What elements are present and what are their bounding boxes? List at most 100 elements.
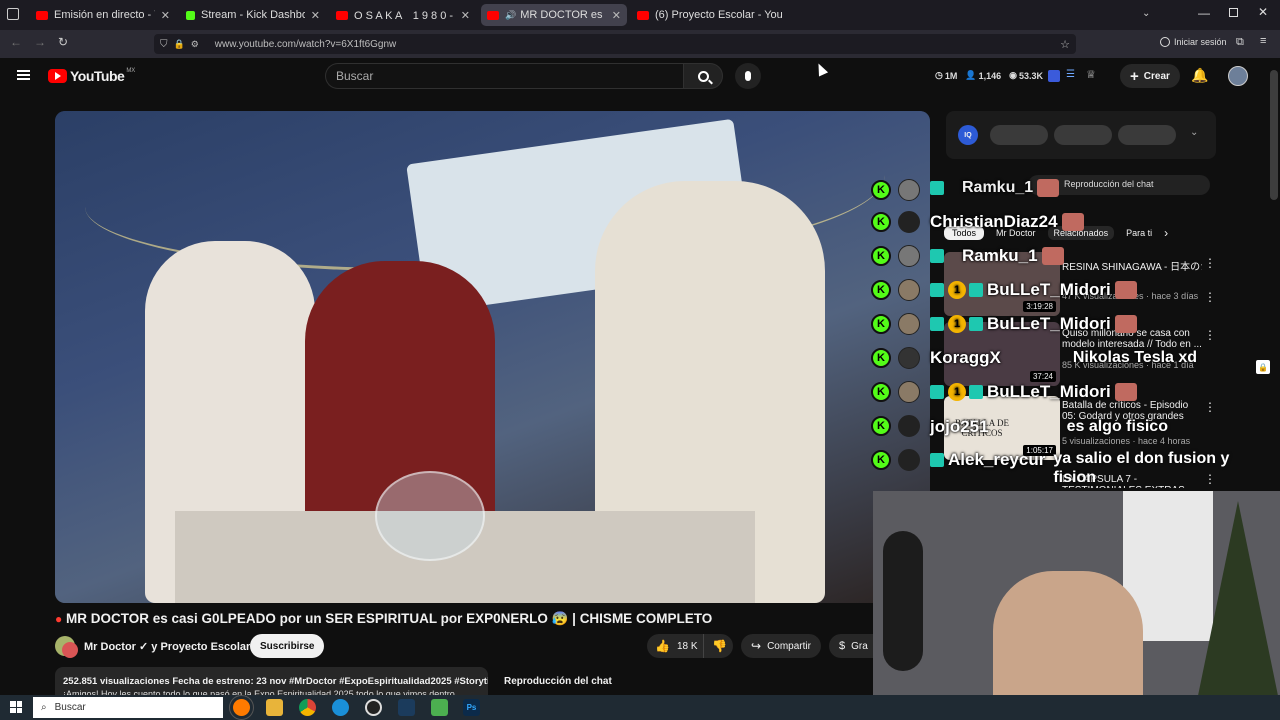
stat-c: 53.3K — [1018, 70, 1044, 81]
shield-icon[interactable]: ⛉ — [160, 39, 168, 50]
game-icon[interactable] — [431, 699, 448, 716]
sub-badge-icon — [930, 453, 944, 467]
thanks-button[interactable]: $ Gra — [829, 634, 873, 658]
back-icon[interactable]: ← — [10, 35, 22, 49]
more-vert-icon[interactable]: ⋮ — [1204, 400, 1216, 414]
kick-favicon-icon — [186, 10, 195, 20]
window-close-icon[interactable]: ✕ — [1258, 5, 1268, 19]
chip-para-ti[interactable]: Para ti — [1126, 228, 1152, 238]
sub-badge-icon — [930, 317, 944, 331]
voice-search-button[interactable] — [735, 63, 761, 89]
chat-message: Ramku_1 — [930, 244, 1064, 268]
notifications-bell-icon[interactable]: 🔔 — [1191, 67, 1208, 84]
chevron-right-icon[interactable]: › — [1164, 226, 1168, 240]
tab-youtube-studio[interactable]: Emisión en directo - YouTube Studio ✕ — [30, 4, 176, 26]
rec-duration: 3:19:28 — [1023, 301, 1056, 312]
like-button[interactable]: 👍 18 K — [647, 634, 703, 658]
more-vert-icon[interactable]: ⋮ — [1204, 328, 1216, 342]
address-bar[interactable]: ⛉ 🔒 ⚙ www.youtube.com/watch?v=6X1ft6Ggnw… — [154, 34, 1076, 54]
forward-icon[interactable]: → — [34, 35, 46, 49]
share-button[interactable]: ↪ Compartir — [741, 634, 821, 658]
permissions-icon[interactable]: ⚙ — [191, 39, 199, 50]
emote-icon — [1061, 213, 1084, 231]
account-icon — [1160, 37, 1170, 47]
explorer-icon[interactable] — [266, 699, 283, 716]
channel-avatar-2[interactable] — [62, 642, 78, 658]
taskbar-search-label: Buscar — [54, 702, 86, 713]
dislike-button[interactable]: 👎 — [703, 634, 733, 658]
reward-icon[interactable]: ♕ — [1086, 68, 1096, 81]
sub-badge-icon — [969, 385, 983, 399]
tab-osaka-1980[interactable]: O S A K A 1 9 8 0 - 日本のシティ ✕ — [330, 4, 476, 26]
profile-avatar[interactable] — [1228, 66, 1248, 86]
close-icon[interactable]: ✕ — [155, 9, 170, 22]
description-text: 252.851 visualizaciones Fecha de estreno… — [63, 676, 488, 687]
youtube-logo[interactable]: YouTube MX — [48, 68, 135, 84]
chrome-icon[interactable] — [299, 699, 316, 716]
chat-extension-icon[interactable]: ☰ — [1066, 69, 1075, 80]
close-icon[interactable]: ✕ — [305, 9, 320, 22]
obs-icon[interactable] — [365, 699, 382, 716]
tab-list-icon[interactable] — [7, 8, 19, 20]
chat-username: BuLLeT_Midori — [987, 382, 1111, 401]
sub-badge-icon — [930, 283, 944, 297]
blurred-chip — [1118, 125, 1176, 145]
close-icon[interactable]: ✕ — [606, 9, 621, 22]
speaker-icon[interactable]: 🔊 — [505, 10, 516, 21]
kick-badge-icon: K — [871, 314, 891, 334]
chat-text: es algo fisico — [1066, 418, 1168, 435]
tab-mr-doctor[interactable]: 🔊 MR DOCTOR es casi G0L ✕ — [481, 4, 627, 26]
region-code: MX — [126, 68, 136, 74]
windows-start-icon[interactable] — [10, 701, 22, 713]
channel-name[interactable]: Mr Doctor ✓ y Proyecto Escolar — [84, 640, 250, 653]
extension-blue-icon[interactable] — [1048, 70, 1060, 82]
video-player[interactable] — [55, 111, 930, 603]
more-vert-icon[interactable]: ⋮ — [1204, 290, 1216, 304]
bookmark-star-icon[interactable]: ☆ — [1060, 38, 1070, 51]
chat-username: BuLLeT_Midori — [987, 280, 1111, 299]
subscribe-button[interactable]: Suscribirse — [250, 634, 325, 658]
stat-a: 1M — [944, 70, 958, 81]
chevron-down-icon[interactable]: ⌄ — [1190, 127, 1198, 138]
more-vert-icon[interactable]: ⋮ — [1204, 256, 1216, 270]
stat-b: 1,146 — [978, 70, 1002, 81]
search-input[interactable]: Buscar — [325, 63, 683, 89]
sub-badge-icon — [930, 249, 944, 263]
youtube-favicon-icon — [487, 10, 499, 20]
rank-badge-icon: 1 — [948, 315, 966, 333]
search-icon — [697, 70, 713, 84]
extensions-icon[interactable]: ⧉ — [1236, 36, 1244, 49]
search-icon: ⌕ — [41, 702, 47, 713]
reload-icon[interactable]: ↻ — [58, 35, 68, 49]
close-icon[interactable]: ✕ — [455, 9, 470, 22]
chat-replay-button[interactable]: Reproducción del chat — [494, 667, 873, 695]
avatar — [898, 415, 920, 437]
window-restore-icon[interactable] — [1229, 8, 1238, 17]
tab-proyecto-escolar[interactable]: (6) Proyecto Escolar - YouTube — [631, 4, 791, 26]
menu-icon[interactable]: ≡ — [1260, 35, 1266, 47]
lock-icon[interactable]: 🔒 — [174, 39, 185, 50]
hamburger-menu-icon[interactable] — [17, 70, 30, 80]
firefox-icon[interactable] — [229, 695, 254, 720]
sub-badge-icon — [930, 385, 944, 399]
chat-message: Ramku_1 — [930, 176, 1060, 200]
window-minimize-icon[interactable]: — — [1198, 6, 1210, 20]
youtube-favicon-icon — [36, 10, 48, 20]
steam-icon[interactable] — [398, 699, 415, 716]
taskbar-search[interactable]: ⌕ Buscar — [33, 697, 223, 718]
signin-button[interactable]: Iniciar sesión — [1160, 37, 1227, 47]
search-button[interactable] — [683, 63, 723, 89]
chat-text: Nikolas Tesla xd — [1072, 349, 1198, 366]
tab-kick-dashboard[interactable]: Stream - Kick Dashboard ✕ — [180, 4, 326, 26]
scrollbar[interactable] — [1270, 70, 1278, 200]
photoshop-icon[interactable]: Ps — [463, 699, 480, 716]
lock-badge-icon: 🔒 — [1256, 360, 1270, 374]
edge-icon[interactable] — [332, 699, 349, 716]
create-button[interactable]: + Crear — [1120, 64, 1180, 88]
tab-overflow-chevron-icon[interactable]: ⌄ — [1142, 8, 1150, 19]
emote-icon — [1037, 179, 1060, 197]
video-title: ● MR DOCTOR es casi G0LPEADO por un SER … — [55, 611, 712, 627]
iq-icon[interactable]: IQ — [958, 125, 978, 145]
avatar — [898, 347, 920, 369]
kick-badge-icon: K — [871, 382, 891, 402]
